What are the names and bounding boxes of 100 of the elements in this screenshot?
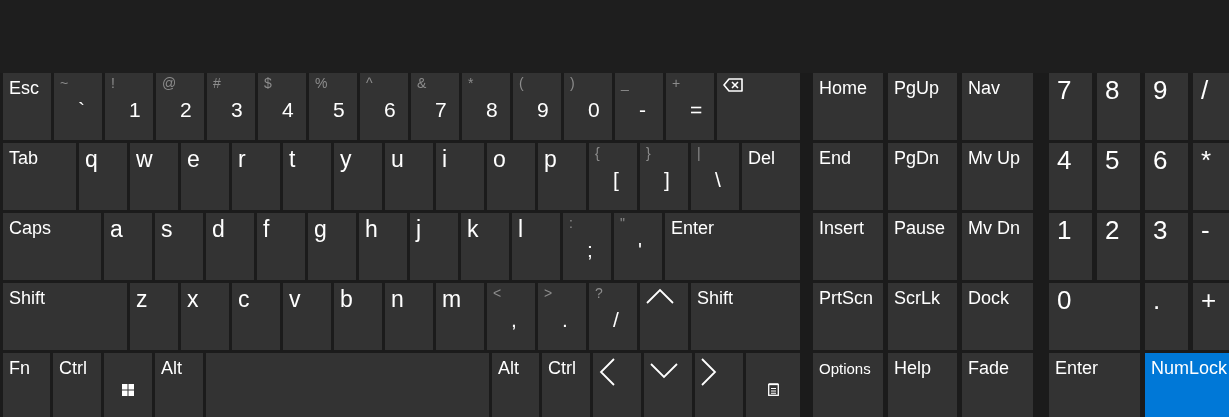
key[interactable]: Fn bbox=[3, 353, 50, 417]
key[interactable]: j bbox=[410, 213, 458, 280]
key[interactable]: # 3 bbox=[207, 73, 255, 140]
key[interactable]: ( 9 bbox=[513, 73, 561, 140]
key[interactable]: { [ bbox=[589, 143, 637, 210]
key[interactable]: p bbox=[538, 143, 586, 210]
key[interactable]: f bbox=[257, 213, 305, 280]
key[interactable] bbox=[644, 353, 692, 417]
key[interactable]: } ] bbox=[640, 143, 688, 210]
key[interactable]: 3 bbox=[1145, 213, 1188, 280]
key[interactable]: b bbox=[334, 283, 382, 350]
key[interactable]: + = bbox=[666, 73, 714, 140]
key[interactable]: q bbox=[79, 143, 127, 210]
key[interactable]: & 7 bbox=[411, 73, 459, 140]
toggle-key[interactable]: NumLock bbox=[1145, 353, 1229, 417]
key[interactable]: Del bbox=[742, 143, 800, 210]
key[interactable]: Shift bbox=[3, 283, 127, 350]
key[interactable]: u bbox=[385, 143, 433, 210]
key[interactable]: 0 bbox=[1049, 283, 1140, 350]
key[interactable]: Enter bbox=[1049, 353, 1140, 417]
key[interactable]: / bbox=[1193, 73, 1229, 140]
key[interactable]: k bbox=[461, 213, 509, 280]
key[interactable]: Mv Up bbox=[962, 143, 1033, 210]
key[interactable]: 2 bbox=[1097, 213, 1140, 280]
key[interactable]: 8 bbox=[1097, 73, 1140, 140]
key[interactable]: l bbox=[512, 213, 560, 280]
key[interactable]: _ - bbox=[615, 73, 663, 140]
key[interactable]: Help bbox=[888, 353, 957, 417]
key[interactable] bbox=[104, 353, 152, 417]
key[interactable]: ) 0 bbox=[564, 73, 612, 140]
key[interactable]: : ; bbox=[563, 213, 611, 280]
key[interactable]: Alt bbox=[492, 353, 539, 417]
key[interactable]: g bbox=[308, 213, 356, 280]
key[interactable]: 9 bbox=[1145, 73, 1188, 140]
key[interactable]: ! 1 bbox=[105, 73, 153, 140]
key[interactable]: Tab bbox=[3, 143, 76, 210]
key[interactable]: 6 bbox=[1145, 143, 1188, 210]
key[interactable]: 7 bbox=[1049, 73, 1092, 140]
key[interactable]: i bbox=[436, 143, 484, 210]
key[interactable]: v bbox=[283, 283, 331, 350]
key[interactable]: PgDn bbox=[888, 143, 957, 210]
key[interactable]: Options bbox=[813, 353, 883, 417]
key[interactable]: 1 bbox=[1049, 213, 1092, 280]
shift-symbol: ! bbox=[111, 74, 115, 92]
key[interactable]: | \ bbox=[691, 143, 739, 210]
toggle-key[interactable]: Caps bbox=[3, 213, 101, 280]
key[interactable]: - bbox=[1193, 213, 1229, 280]
key[interactable]: Shift bbox=[691, 283, 800, 350]
key[interactable] bbox=[695, 353, 743, 417]
document-icon bbox=[767, 383, 779, 396]
key[interactable]: e bbox=[181, 143, 229, 210]
key[interactable]: 4 bbox=[1049, 143, 1092, 210]
key[interactable]: < , bbox=[487, 283, 535, 350]
key[interactable]: End bbox=[813, 143, 883, 210]
key[interactable]: Nav bbox=[962, 73, 1033, 140]
key[interactable]: a bbox=[104, 213, 152, 280]
key[interactable]: Dock bbox=[962, 283, 1033, 350]
key[interactable]: ^ 6 bbox=[360, 73, 408, 140]
key[interactable]: h bbox=[359, 213, 407, 280]
key[interactable]: 5 bbox=[1097, 143, 1140, 210]
key[interactable] bbox=[593, 353, 641, 417]
toggle-key[interactable]: ScrLk bbox=[888, 283, 957, 350]
key[interactable] bbox=[717, 73, 800, 140]
key[interactable]: s bbox=[155, 213, 203, 280]
key[interactable]: n bbox=[385, 283, 433, 350]
key[interactable]: * bbox=[1193, 143, 1229, 210]
key[interactable]: > . bbox=[538, 283, 586, 350]
key[interactable]: " ' bbox=[614, 213, 662, 280]
key[interactable]: o bbox=[487, 143, 535, 210]
key[interactable]: Fade bbox=[962, 353, 1033, 417]
key[interactable]: Insert bbox=[813, 213, 883, 280]
key[interactable]: ~ ` bbox=[54, 73, 102, 140]
key[interactable]: % 5 bbox=[309, 73, 357, 140]
key[interactable]: r bbox=[232, 143, 280, 210]
key[interactable]: @ 2 bbox=[156, 73, 204, 140]
key[interactable]: Esc bbox=[3, 73, 51, 140]
key[interactable]: x bbox=[181, 283, 229, 350]
key[interactable]: Home bbox=[813, 73, 883, 140]
key[interactable]: Alt bbox=[155, 353, 203, 417]
key[interactable]: d bbox=[206, 213, 254, 280]
key[interactable]: $ 4 bbox=[258, 73, 306, 140]
key[interactable]: Enter bbox=[665, 213, 800, 280]
key[interactable]: Mv Dn bbox=[962, 213, 1033, 280]
key[interactable]: * 8 bbox=[462, 73, 510, 140]
key[interactable] bbox=[640, 283, 688, 350]
shift-symbol: ^ bbox=[366, 74, 373, 92]
key[interactable]: . bbox=[1145, 283, 1188, 350]
key[interactable]: z bbox=[130, 283, 178, 350]
key[interactable]: Ctrl bbox=[542, 353, 590, 417]
key[interactable]: ? / bbox=[589, 283, 637, 350]
key[interactable]: m bbox=[436, 283, 484, 350]
key[interactable]: PgUp bbox=[888, 73, 957, 140]
key[interactable]: w bbox=[130, 143, 178, 210]
key[interactable]: PrtScn bbox=[813, 283, 883, 350]
key[interactable]: c bbox=[232, 283, 280, 350]
key[interactable]: Pause bbox=[888, 213, 957, 280]
key[interactable]: y bbox=[334, 143, 382, 210]
key[interactable]: Ctrl bbox=[53, 353, 101, 417]
key[interactable]: t bbox=[283, 143, 331, 210]
key[interactable]: + bbox=[1193, 283, 1229, 350]
